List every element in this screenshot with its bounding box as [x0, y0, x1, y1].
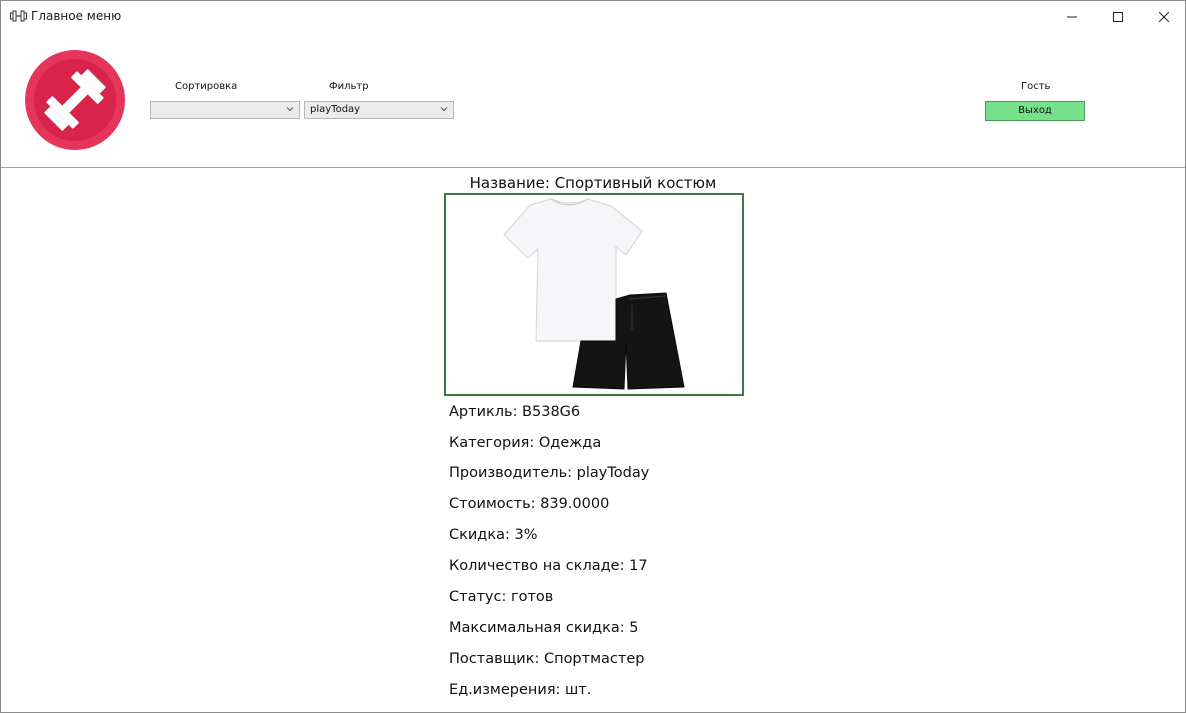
- product-article: Артикль: B538G6: [449, 404, 581, 420]
- window-title: Главное меню: [31, 9, 122, 23]
- product-supplier: Поставщик: Спортмастер: [449, 651, 645, 667]
- product-name: Название: Спортивный костюм: [469, 174, 717, 192]
- header-divider: [1, 167, 1185, 168]
- filter-label: Фильтр: [329, 81, 369, 92]
- product-discount: Скидка: 3%: [449, 527, 538, 543]
- exit-button[interactable]: Выход: [985, 101, 1085, 121]
- title-bar[interactable]: Главное меню: [1, 1, 1185, 32]
- product-price: Стоимость: 839.0000: [449, 496, 610, 512]
- maximize-icon: [1113, 11, 1123, 22]
- product-category: Категория: Одежда: [449, 435, 602, 451]
- filter-combobox[interactable]: playToday: [304, 101, 454, 119]
- dumbbell-icon: [10, 10, 27, 22]
- sort-label: Сортировка: [175, 81, 238, 92]
- product-status: Статус: готов: [449, 589, 554, 605]
- product-max-discount: Максимальная скидка: 5: [449, 620, 639, 636]
- product-unit: Ед.измерения: шт.: [449, 682, 592, 698]
- tshirt-shorts-image: [503, 198, 685, 390]
- main-window: Главное меню Сортировка Фильтр playToday…: [0, 0, 1186, 713]
- logo: [25, 50, 125, 150]
- filter-combobox-value: playToday: [310, 104, 361, 115]
- product-manufacturer: Производитель: playToday: [449, 465, 650, 481]
- close-button[interactable]: [1141, 1, 1185, 32]
- header-panel: Сортировка Фильтр playToday Гость Выход: [1, 32, 1185, 167]
- maximize-button[interactable]: [1095, 1, 1141, 32]
- minimize-icon: [1067, 16, 1077, 17]
- close-icon: [1159, 11, 1169, 22]
- chevron-down-icon: [440, 107, 448, 112]
- minimize-button[interactable]: [1049, 1, 1095, 32]
- product-stock: Количество на складе: 17: [449, 558, 648, 574]
- product-image: [444, 193, 744, 396]
- sort-combobox[interactable]: [150, 101, 300, 119]
- chevron-down-icon: [286, 107, 294, 112]
- user-role-label: Гость: [1021, 81, 1051, 92]
